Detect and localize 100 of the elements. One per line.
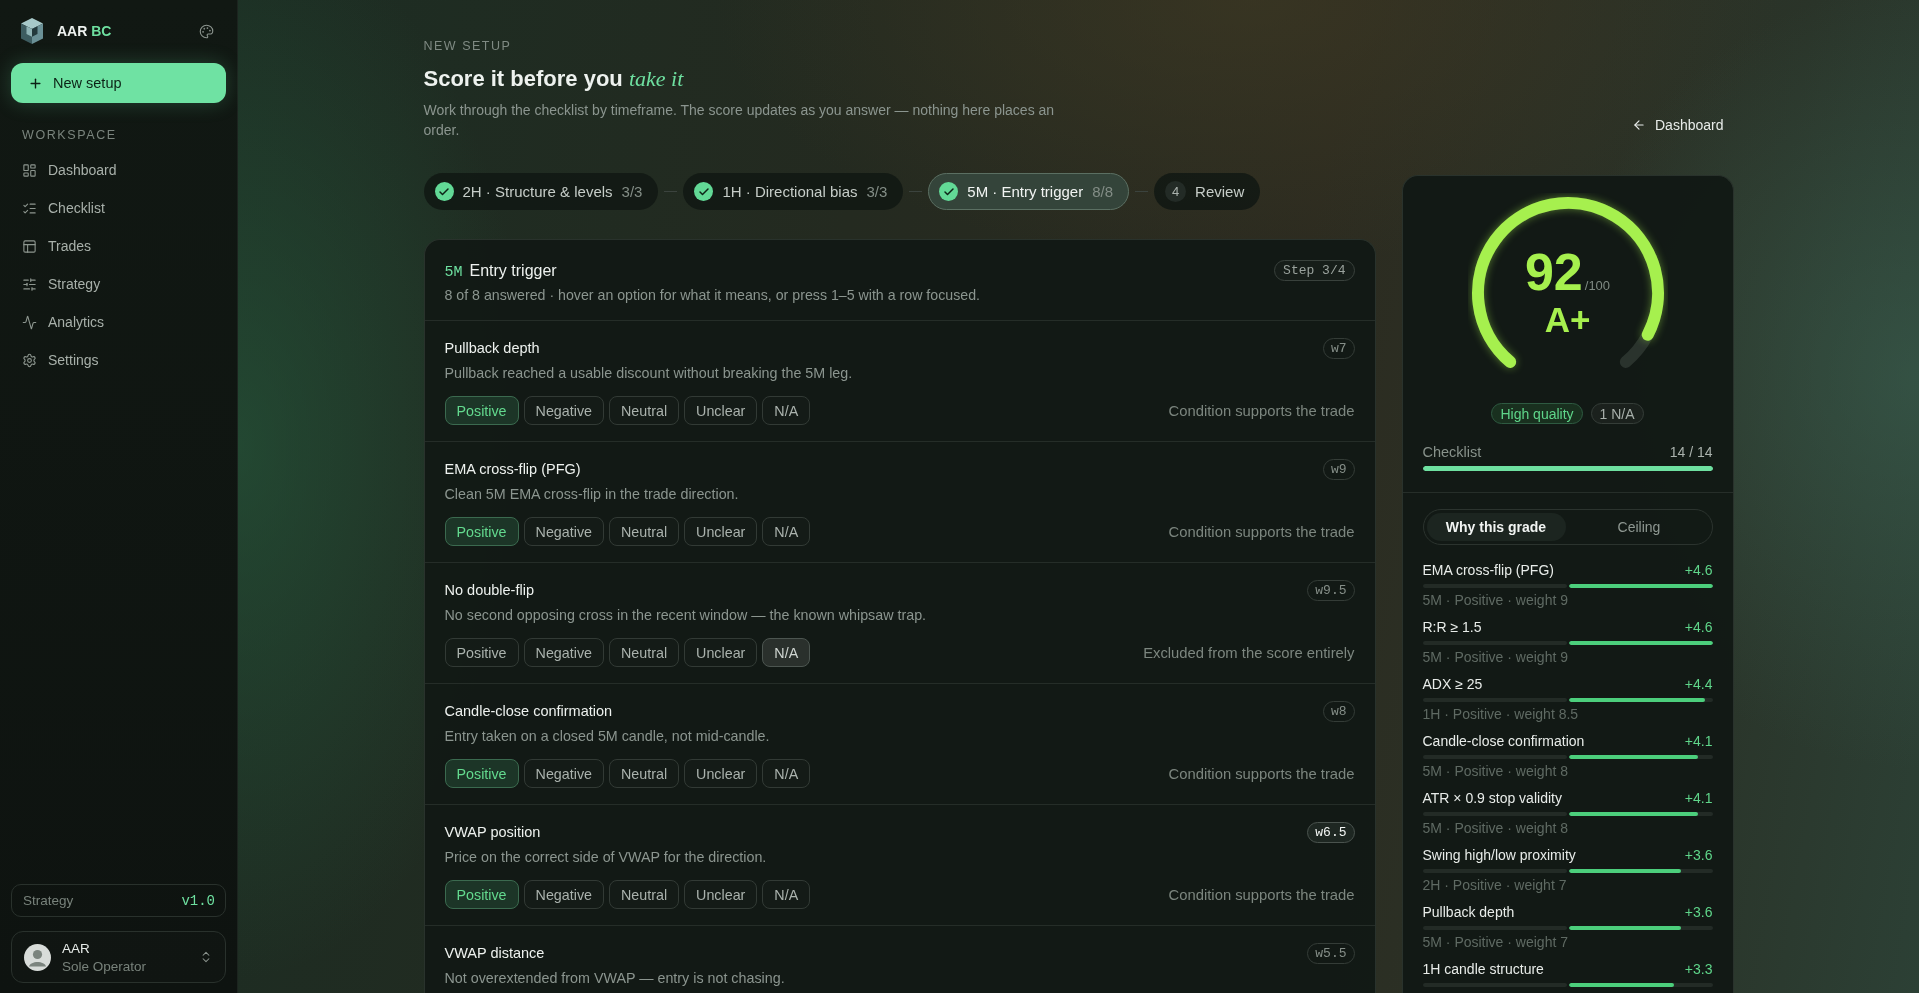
step-label: Review <box>1195 183 1245 200</box>
cubes-logo-icon <box>18 17 46 45</box>
answer-option[interactable]: N/A <box>762 396 811 425</box>
criterion-description: Price on the correct side of VWAP for the direction. <box>444 848 768 867</box>
section-subtitle: 8 of 8 answered · hover an option for what it means, or press 1–5 with a row focused. <box>444 286 980 305</box>
answer-option[interactable]: Positive <box>444 396 519 425</box>
step-tab[interactable]: 2H · Structure & levels 3/3 <box>423 173 659 210</box>
contribution-name: Swing high/low proximity <box>1422 846 1576 864</box>
answer-hint: Condition supports the trade <box>1168 765 1355 782</box>
contribution-meta: 5M · Positive · weight 9 <box>1422 649 1568 665</box>
answer-option[interactable]: Positive <box>444 517 519 546</box>
criterion-description: Clean 5M EMA cross-flip in the trade direction. <box>444 485 740 504</box>
contribution-name: Candle-close confirmation <box>1422 732 1585 750</box>
answer-option[interactable]: N/A <box>762 880 811 909</box>
contribution-name: R:R ≥ 1.5 <box>1422 618 1482 636</box>
step-label: 5M · Entry trigger <box>967 183 1084 200</box>
user-role: Sole Operator <box>62 957 147 975</box>
new-setup-button[interactable]: New setup <box>11 63 226 103</box>
answer-option[interactable]: Positive <box>444 759 519 788</box>
answer-option[interactable]: Negative <box>523 759 604 788</box>
criterion-title: VWAP position <box>444 824 541 840</box>
step-number: 4 <box>1165 181 1187 202</box>
table-layout-icon <box>22 238 37 254</box>
nav-item[interactable]: Strategy <box>11 265 226 303</box>
weight-badge: w6.5 <box>1307 821 1355 843</box>
step-count: 3/3 <box>621 183 643 200</box>
contribution-value: +3.3 <box>1684 960 1713 978</box>
answer-option[interactable]: Positive <box>444 638 519 667</box>
contribution-value: +4.1 <box>1684 732 1713 750</box>
answer-option[interactable]: N/A <box>762 638 811 667</box>
contribution-name: ADX ≥ 25 <box>1422 675 1483 693</box>
nav-item[interactable]: Checklist <box>11 189 226 227</box>
answer-hint: Condition supports the trade <box>1168 886 1355 903</box>
plus-icon <box>28 75 43 91</box>
score-badge: High quality <box>1491 403 1583 424</box>
score-badge: 1 N/A <box>1590 403 1644 424</box>
answer-option[interactable]: Negative <box>523 880 604 909</box>
contribution-meta: 5M · Positive · weight 8 <box>1422 820 1568 836</box>
pulse-line-icon <box>22 314 37 330</box>
avatar-icon <box>24 943 51 971</box>
answer-option[interactable]: Unclear <box>684 638 758 667</box>
nav-item[interactable]: Trades <box>11 227 226 265</box>
answer-option[interactable]: Neutral <box>609 880 680 909</box>
score-value: 92 <box>1524 246 1583 298</box>
contribution-meta: 1H · Positive · weight 8.5 <box>1422 706 1579 722</box>
contribution-name: EMA cross-flip (PFG) <box>1422 561 1554 579</box>
step-tab[interactable]: 4 Review <box>1154 173 1261 210</box>
checklist-count: 14 / 14 <box>1669 443 1713 461</box>
answer-option[interactable]: Negative <box>523 517 604 546</box>
answer-option[interactable]: Unclear <box>684 880 758 909</box>
checklist-icon <box>22 200 37 216</box>
user-name: AAR <box>62 939 90 957</box>
answer-option[interactable]: N/A <box>762 759 811 788</box>
answer-option[interactable]: Unclear <box>684 517 758 546</box>
answer-option[interactable]: Positive <box>444 880 519 909</box>
nav-item[interactable]: Dashboard <box>11 151 226 189</box>
answer-hint: Condition supports the trade <box>1168 523 1355 540</box>
step-label: 2H · Structure & levels <box>462 183 613 200</box>
nav-item[interactable]: Settings <box>11 341 226 379</box>
grade-tab[interactable]: Ceiling <box>1569 513 1709 541</box>
account-switcher[interactable]: AAR Sole Operator <box>11 931 226 983</box>
answer-option[interactable]: Neutral <box>609 396 680 425</box>
answer-hint: Excluded from the score entirely <box>1143 644 1355 661</box>
answer-option[interactable]: Unclear <box>684 396 758 425</box>
answer-option[interactable]: N/A <box>762 517 811 546</box>
timeframe-label: 5M <box>444 263 463 283</box>
checklist-label: Checklist <box>1422 443 1482 461</box>
answer-option[interactable]: Unclear <box>684 759 758 788</box>
eyebrow-label: NEW SETUP <box>423 38 512 54</box>
step-tab[interactable]: 5M · Entry trigger 8/8 <box>928 173 1130 210</box>
contribution-value: +3.6 <box>1684 903 1713 921</box>
contribution-meta: 5M · Positive · weight 9 <box>1422 592 1568 608</box>
criterion-title: Candle-close confirmation <box>444 703 613 719</box>
contribution-value: +4.6 <box>1684 561 1713 579</box>
step-count: 3/3 <box>866 183 888 200</box>
settings-icon <box>22 352 37 368</box>
sliders-icon <box>22 276 37 292</box>
contribution-meta: 5M · Positive · weight 8 <box>1422 763 1568 779</box>
section-title: Entry trigger <box>469 261 557 281</box>
strategy-label: Strategy <box>23 893 74 908</box>
brand-name: AAR BC <box>57 23 112 39</box>
nav-item[interactable]: Analytics <box>11 303 226 341</box>
answer-option[interactable]: Neutral <box>609 517 680 546</box>
contribution-value: +4.1 <box>1684 789 1713 807</box>
score-max: /100 <box>1584 278 1611 293</box>
criterion-description: Pullback reached a usable discount without breaking the 5M leg. <box>444 364 854 383</box>
grade-tab[interactable]: Why this grade <box>1426 513 1566 541</box>
palette-icon[interactable] <box>199 23 214 39</box>
dashboard-link[interactable]: Dashboard <box>1622 110 1734 140</box>
answer-option[interactable]: Neutral <box>609 759 680 788</box>
answer-option[interactable]: Negative <box>523 638 604 667</box>
step-label: 1H · Directional bias <box>722 183 858 200</box>
dashboard-grid-icon <box>22 162 37 178</box>
step-tab[interactable]: 1H · Directional bias 3/3 <box>683 173 904 210</box>
page-description: Work through the checklist by timeframe. The score updates as you answer — nothing here places an order. <box>423 101 1056 140</box>
criterion-title: No double-flip <box>444 582 534 598</box>
score-grade: A+ <box>1544 302 1591 338</box>
answer-option[interactable]: Negative <box>523 396 604 425</box>
answer-option[interactable]: Neutral <box>609 638 680 667</box>
strategy-card[interactable]: Strategy v1.0 <box>11 884 226 917</box>
